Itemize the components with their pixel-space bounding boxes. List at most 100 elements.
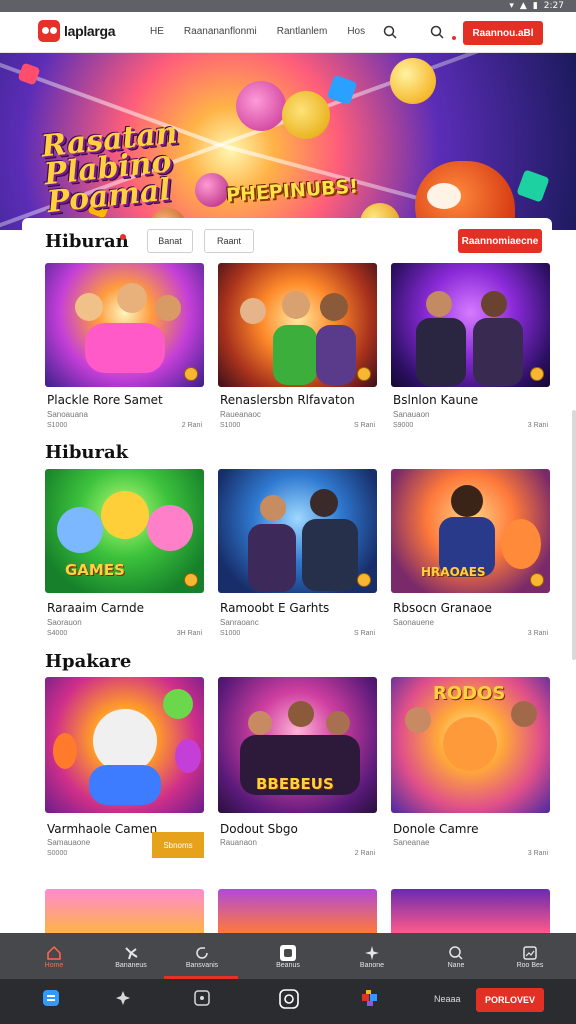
game-subtitle: Raueanaoc [220, 410, 261, 419]
game-thumbnail[interactable]: HRAOAES [391, 469, 550, 593]
scrollbar[interactable] [572, 410, 576, 660]
search-icon-secondary[interactable] [430, 25, 444, 39]
gem-icon [17, 62, 41, 86]
game-thumbnail[interactable]: BBEBEUS [218, 677, 377, 813]
game-subtitle: Sanoauana [47, 410, 88, 419]
game-thumbnail[interactable] [218, 263, 377, 387]
game-thumbnail[interactable] [45, 889, 204, 933]
tab-home[interactable]: Home [18, 933, 90, 979]
search-icon[interactable] [383, 25, 397, 39]
game-title[interactable]: Dodout Sbgo [220, 822, 298, 836]
game-players: S1000 [220, 422, 241, 429]
tab-5[interactable]: Banone [336, 933, 408, 979]
game-thumbnail[interactable] [45, 263, 204, 387]
gem-icon [326, 74, 358, 106]
game-thumbnail[interactable] [218, 469, 377, 593]
hero-subtitle: PHEPINUBS! [225, 175, 359, 207]
game-thumbnail[interactable] [391, 889, 550, 933]
promo-badge[interactable]: Sbnoms [152, 832, 204, 858]
game-rating: 3H Rani [176, 630, 202, 637]
coin-icon [530, 367, 544, 381]
game-players: S1000 [220, 630, 241, 637]
game-subtitle: Rauanaon [220, 838, 257, 847]
nav-link-3[interactable]: Rantlanlem [277, 26, 328, 37]
game-title[interactable]: Bslnlon Kaune [393, 393, 478, 407]
tab-label: Banone [359, 961, 385, 969]
game-subtitle: Saorauon [47, 618, 82, 627]
thumb-banner: HRAOAES [421, 565, 486, 579]
brand-logo[interactable]: laplarga [38, 20, 116, 42]
settings-icon[interactable] [114, 989, 132, 1007]
tab-label: Nane [447, 961, 465, 969]
tab-label: Roo Bes [516, 961, 544, 969]
nav-link-2[interactable]: Raanananflonmi [184, 26, 257, 37]
game-card[interactable]: Plackle Rore Samet Sanoauana S1000 2 Rani [45, 263, 204, 433]
gallery-icon[interactable] [193, 989, 211, 1007]
game-thumbnail[interactable] [391, 263, 550, 387]
game-players: S4000 [47, 630, 68, 637]
brand-mark-icon [38, 20, 60, 42]
game-rating: 2 Rani [354, 850, 375, 857]
character-pink [236, 81, 286, 131]
game-card[interactable] [45, 889, 204, 933]
game-title[interactable]: Renaslersbn Rlfavaton [220, 393, 355, 407]
game-card[interactable]: RODOS Donole Camre Saneanae 3 Rani [391, 677, 550, 863]
hero-banner[interactable]: Rasatan Plabino Poamal PHEPINUBS! [0, 53, 576, 230]
game-card[interactable]: Ramoobt E Garhts Sanraoanc S1000 S Rani [218, 469, 377, 641]
tab-4[interactable]: Beanus [252, 933, 324, 979]
game-players: S9000 [393, 422, 414, 429]
game-card[interactable]: BBEBEUS Dodout Sbgo Rauanaon 2 Rani [218, 677, 377, 863]
grid-app-icon[interactable] [361, 989, 379, 1007]
thumb-banner: BBEBEUS [256, 775, 334, 793]
game-title[interactable]: Raraaim Carnde [47, 601, 144, 615]
signal-icon: ▲ [519, 1, 527, 11]
filter-pill-1[interactable]: Banat [147, 229, 193, 253]
game-title[interactable]: Plackle Rore Samet [47, 393, 163, 407]
section-badge [120, 234, 126, 240]
tab-6[interactable]: Nane [420, 933, 492, 979]
section-cta-button[interactable]: Raannomiaecne [458, 229, 542, 253]
game-thumbnail[interactable] [45, 677, 204, 813]
game-title[interactable]: Varmhaole Camen [47, 822, 157, 836]
hero-title: Rasatan Plabino Poamal [39, 115, 180, 221]
home-icon [47, 945, 61, 960]
game-card[interactable] [218, 889, 377, 933]
bottom-tab-bar: Home Bananeus Bansvanis Beanus Banone Na… [0, 933, 576, 979]
game-title[interactable]: Ramoobt E Garhts [220, 601, 329, 615]
game-thumbnail[interactable]: RODOS [391, 677, 550, 813]
game-card[interactable] [391, 889, 550, 933]
thumb-banner: GAMES [65, 561, 125, 579]
game-card[interactable]: Bslnlon Kaune Sanauaon S9000 3 Rani [391, 263, 550, 433]
game-rating: 2 Rani [181, 422, 202, 429]
nav-cta-button[interactable]: Raannou.aBl [463, 21, 543, 45]
nav-link-4[interactable]: Hos [347, 26, 365, 37]
section-title-hiburak: Hiburak [45, 442, 129, 463]
brand-name: laplarga [64, 23, 116, 39]
game-thumbnail[interactable] [218, 889, 377, 933]
game-rating: S Rani [353, 630, 375, 637]
game-card[interactable]: HRAOAES Rbsocn Granaoe Saonauene 3 Rani [391, 469, 550, 641]
filter-pill-2[interactable]: Raant [204, 229, 254, 253]
game-card[interactable]: GAMES Raraaim Carnde Saorauon S4000 3H Ra… [45, 469, 204, 641]
camera-icon[interactable] [279, 989, 299, 1009]
game-title[interactable]: Donole Camre [393, 822, 479, 836]
system-label: Neaaa [434, 994, 461, 1004]
tab-2[interactable]: Bananeus [95, 933, 167, 979]
tab-3[interactable]: Bansvanis [166, 933, 238, 979]
image-icon [523, 945, 537, 960]
spark-icon [365, 945, 379, 960]
nav-link-1[interactable]: HE [150, 26, 164, 37]
tab-7[interactable]: Roo Bes [494, 933, 566, 979]
game-thumbnail[interactable]: GAMES [45, 469, 204, 593]
status-bar: ▾ ▲ ▮ 2:27 [0, 0, 576, 12]
tab-label: Home [44, 961, 64, 969]
game-rating: S Rani [353, 422, 375, 429]
app-blue-icon[interactable] [42, 989, 60, 1007]
character-yellow [282, 91, 330, 139]
coin-icon [184, 573, 198, 587]
coin-icon [357, 573, 371, 587]
fan-icon [125, 946, 138, 959]
game-card[interactable]: Renaslersbn Rlfavaton Raueanaoc S1000 S R… [218, 263, 377, 433]
game-title[interactable]: Rbsocn Granaoe [393, 601, 492, 615]
system-cta-button[interactable]: PORLOVEV [476, 988, 544, 1012]
